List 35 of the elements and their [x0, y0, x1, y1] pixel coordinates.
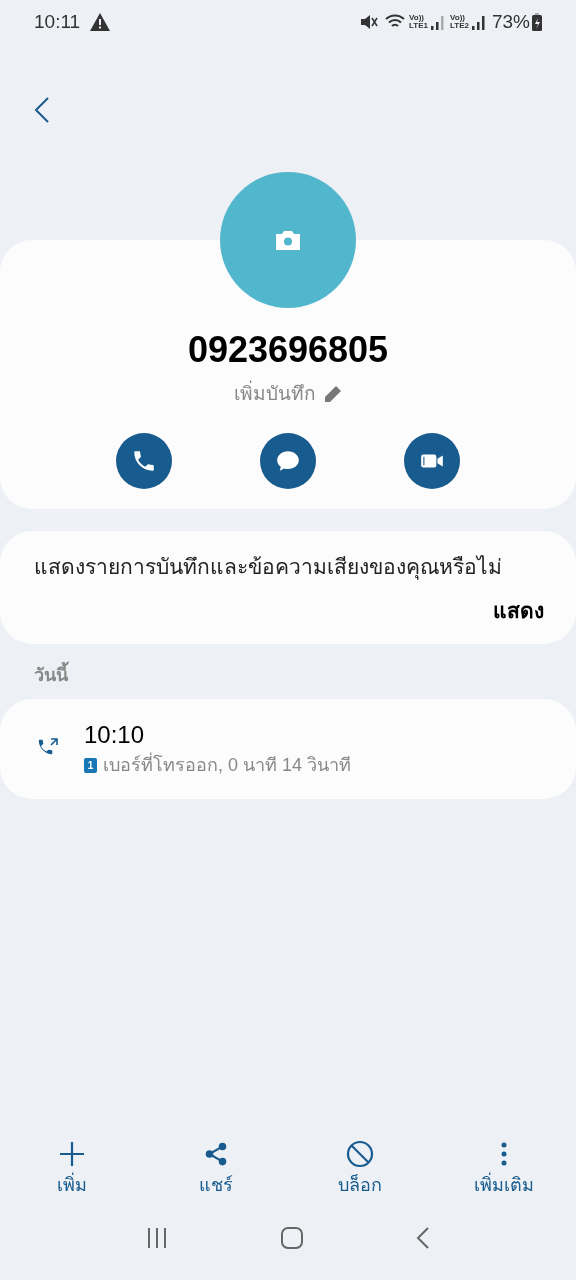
- warning-icon: [90, 13, 111, 31]
- back-icon: [34, 96, 50, 124]
- home-icon[interactable]: [281, 1227, 303, 1249]
- recent-apps-icon[interactable]: [146, 1228, 169, 1248]
- battery-icon: [532, 13, 542, 31]
- mute-icon: [360, 13, 379, 31]
- clock-time: 10:11: [34, 9, 81, 34]
- share-icon: [203, 1140, 229, 1167]
- plus-icon: [58, 1139, 86, 1168]
- lte-label: LTE1: [409, 22, 428, 30]
- prompt-text: แสดงรายการบันทึกและข้อความเสียงของคุณหรือไม่: [34, 553, 503, 581]
- sim-badge: 1: [84, 757, 97, 773]
- call-detail: เบอร์ที่โทรออก, 0 นาที 14 วินาที: [103, 751, 352, 777]
- volte-label: Vo)): [409, 14, 424, 22]
- section-header: วันนี้: [34, 662, 576, 689]
- signal-icon: [431, 14, 445, 30]
- call-log-item[interactable]: 10:10 1 เบอร์ที่โทรออก, 0 นาที 14 วินาที: [0, 699, 576, 799]
- share-tab[interactable]: แชร์: [144, 1139, 288, 1199]
- lte-label: LTE2: [450, 22, 469, 30]
- call-time: 10:10: [84, 719, 146, 750]
- more-icon: [500, 1140, 508, 1167]
- pencil-icon: [324, 385, 342, 404]
- signal-icon: [471, 14, 486, 30]
- add-note-button[interactable]: เพิ่มบันทึก: [234, 380, 342, 409]
- add-tab[interactable]: เพิ่ม: [0, 1139, 144, 1199]
- phone-number: 0923696805: [187, 328, 389, 372]
- back-icon[interactable]: [415, 1227, 430, 1249]
- back-button[interactable]: [34, 96, 50, 124]
- more-tab[interactable]: เพิ่มเติม: [432, 1139, 576, 1199]
- show-button[interactable]: แสดง: [493, 594, 544, 626]
- battery-percent: 73%: [491, 9, 530, 34]
- block-tab[interactable]: บล็อก: [288, 1139, 432, 1199]
- camera-icon: [274, 229, 302, 251]
- volte-label: Vo)): [450, 14, 465, 22]
- block-icon: [346, 1139, 374, 1168]
